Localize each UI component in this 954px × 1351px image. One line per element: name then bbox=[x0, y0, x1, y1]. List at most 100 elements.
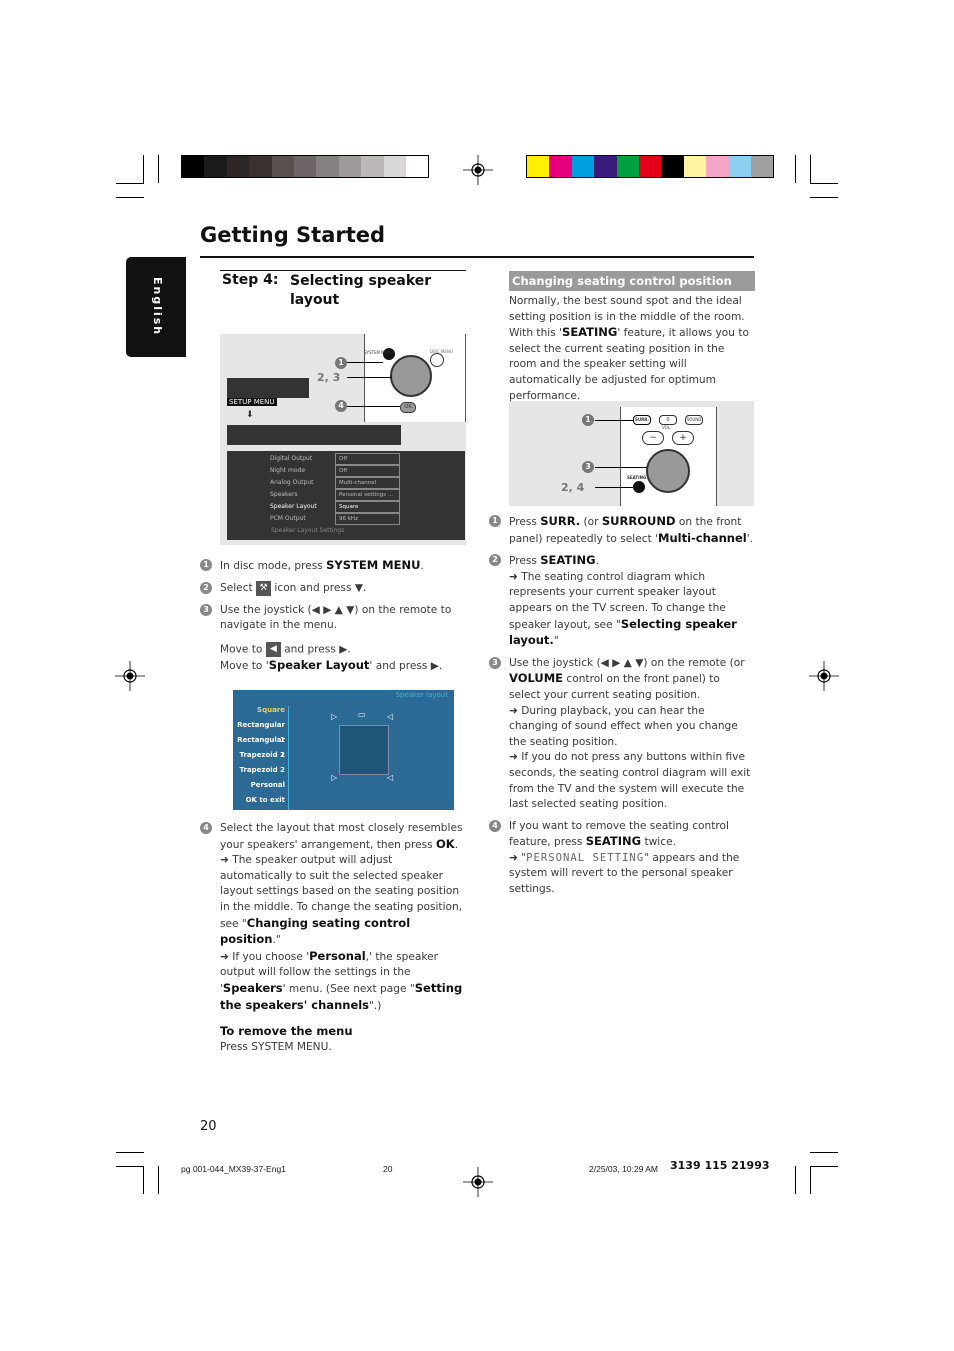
text: twice. bbox=[641, 836, 676, 849]
remove-menu-title: To remove the menu bbox=[220, 1024, 353, 1039]
menu-value: Multi-channel bbox=[335, 477, 400, 489]
menu-label: Night mode bbox=[270, 467, 306, 474]
color-swatch bbox=[594, 156, 617, 177]
color-swatch bbox=[706, 156, 729, 177]
layout-option[interactable]: Trapezoid 2 bbox=[233, 763, 285, 778]
speaker-layout-figure: Speaker layout Square Rectangular 1 Rectan… bbox=[233, 690, 454, 810]
menu-row[interactable]: Speakers Personal settings ... bbox=[267, 489, 407, 501]
text: . bbox=[595, 555, 599, 568]
remove-menu-text: Press SYSTEM MENU. bbox=[220, 1040, 332, 1053]
color-swatch bbox=[293, 156, 317, 177]
color-swatch bbox=[549, 156, 572, 177]
color-swatch bbox=[683, 156, 707, 177]
layout-option[interactable]: OK to exit bbox=[233, 793, 285, 808]
language-label: English bbox=[151, 277, 164, 337]
footer-page: 20 bbox=[383, 1164, 393, 1174]
color-swatch bbox=[750, 156, 774, 177]
layout-option[interactable]: Trapezoid 1 bbox=[233, 748, 285, 763]
text: ".) bbox=[369, 999, 382, 1012]
callout: 3 bbox=[582, 461, 594, 473]
move-instruction: Move to 'Speaker Layout' and press ▶. bbox=[220, 658, 466, 675]
step-number-badge: 1 bbox=[489, 515, 501, 527]
layout-option[interactable]: Square bbox=[233, 703, 285, 718]
color-swatch bbox=[728, 156, 751, 177]
registration-mark-icon bbox=[809, 661, 839, 691]
menu-label: Speaker Layout bbox=[270, 503, 317, 510]
color-swatch bbox=[383, 156, 406, 177]
color-swatch bbox=[226, 156, 250, 177]
step-number-badge: 4 bbox=[200, 822, 212, 834]
color-swatch bbox=[661, 156, 684, 177]
bold-text: SYSTEM MENU bbox=[326, 558, 421, 572]
text: icon and press ▼. bbox=[271, 582, 367, 595]
menu-row[interactable]: PCM Output 96 kHz bbox=[267, 513, 407, 525]
callout: 1 bbox=[335, 357, 347, 369]
bold-text: Speakers bbox=[222, 980, 283, 995]
step-number-badge: 3 bbox=[200, 603, 212, 616]
text: Move to ' bbox=[220, 659, 269, 672]
layout-option[interactable]: Personal bbox=[233, 778, 285, 793]
menu-value: Off bbox=[335, 465, 400, 477]
color-swatch bbox=[361, 156, 384, 177]
menu-value: Square bbox=[335, 501, 400, 513]
section-header: Changing seating control position bbox=[509, 271, 755, 291]
callout: 4 bbox=[335, 400, 347, 412]
bold-text: SEATING bbox=[585, 834, 642, 849]
menu-row[interactable]: Night mode Off bbox=[267, 465, 407, 477]
bold-text: SURR. bbox=[540, 514, 581, 528]
menu-label: PCM Output bbox=[270, 515, 306, 522]
menu-value: 96 kHz bbox=[335, 513, 400, 525]
step-number-badge: 2 bbox=[489, 554, 501, 567]
color-swatch bbox=[638, 156, 662, 177]
menu-row[interactable]: Speaker Layout Square bbox=[267, 501, 407, 513]
registration-mark-icon bbox=[115, 661, 145, 691]
footer-file: pg 001-044_MX39-37-Eng1 bbox=[181, 1164, 286, 1174]
layout-option[interactable]: Rectangular 2 bbox=[233, 733, 285, 759]
step-title: Selecting speaker layout bbox=[290, 273, 432, 308]
callout: 1 bbox=[582, 414, 594, 426]
color-swatch bbox=[316, 156, 339, 177]
text: ." bbox=[272, 934, 281, 947]
setup-menu-label: SETUP MENU bbox=[227, 398, 277, 406]
text: Select bbox=[220, 582, 257, 595]
callout: 2, 4 bbox=[561, 481, 585, 494]
bold-text: SEATING bbox=[562, 325, 618, 340]
osd-title: Speaker layout bbox=[395, 691, 448, 699]
footer-date: 2/25/03, 10:29 AM bbox=[589, 1164, 658, 1174]
layout-option[interactable]: Rectangular 1 bbox=[233, 718, 285, 744]
instruction-step: 1 Press SURR. (or SURROUND on the front p… bbox=[489, 514, 754, 547]
setup-icon: ⚒ bbox=[256, 580, 272, 596]
bold-text: Speaker Layout bbox=[268, 657, 370, 672]
menu-row[interactable]: Digital Output Off bbox=[267, 453, 407, 465]
color-swatch bbox=[405, 156, 429, 177]
text: . bbox=[454, 838, 459, 851]
menu-row[interactable]: Analog Output Multi-channel bbox=[267, 477, 407, 489]
text: ➜ If you choose ' bbox=[220, 950, 310, 963]
text: In disc mode, press bbox=[220, 560, 327, 572]
bold-text: Personal bbox=[309, 948, 366, 963]
text: ' and press ▶. bbox=[369, 659, 443, 672]
color-swatch bbox=[571, 156, 595, 177]
language-tab: English bbox=[126, 257, 186, 357]
menu-label: Speakers bbox=[270, 491, 298, 498]
section-intro: Normally, the best sound spot and the id… bbox=[509, 294, 754, 404]
color-swatch bbox=[204, 156, 227, 177]
step-label: Step 4: bbox=[222, 272, 279, 288]
menu-label: Digital Output bbox=[270, 455, 313, 462]
bold-text: VOLUME bbox=[509, 671, 564, 686]
text: " bbox=[553, 635, 559, 648]
instruction-step: 4 Select the layout that most closely res… bbox=[200, 821, 466, 1014]
text: and press ▶. bbox=[280, 643, 351, 656]
text: ' menu. (See next page " bbox=[282, 982, 415, 995]
menu-value: Off bbox=[335, 453, 400, 465]
text: Use the joystick (◀ ▶ ▲ ▼) on the remote… bbox=[509, 656, 745, 669]
instruction-step: 3 Use the joystick (◀ ▶ ▲ ▼) on the remot… bbox=[489, 656, 754, 813]
color-swatch bbox=[249, 156, 272, 177]
seating-remote-figure: SURR. 0 SOUND VOL − + SEATING 1 3 2, 4 bbox=[509, 401, 754, 506]
instruction-step: 2 Select ⚒ icon and press ▼. bbox=[200, 580, 466, 597]
footer-code: 3139 115 21993 bbox=[670, 1159, 770, 1172]
step-number-badge: 2 bbox=[200, 581, 212, 594]
text: . bbox=[420, 560, 424, 572]
text: '. bbox=[746, 532, 753, 545]
text: ➜ " bbox=[509, 851, 527, 864]
